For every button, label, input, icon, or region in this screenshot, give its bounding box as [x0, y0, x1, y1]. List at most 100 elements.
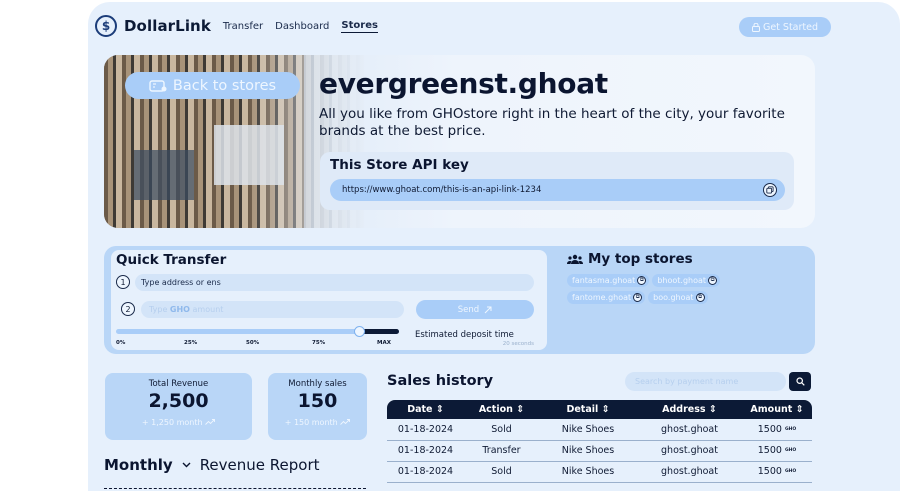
- search-button[interactable]: [789, 372, 811, 391]
- back-to-stores-label: Back to stores: [172, 77, 277, 94]
- revenue-report-title: Revenue Report: [199, 456, 320, 474]
- brand-name[interactable]: DollarLink: [124, 17, 211, 35]
- cell-detail: Nike Shoes: [539, 461, 637, 483]
- column-header-address[interactable]: Address ⇕: [637, 400, 742, 419]
- users-icon: [567, 254, 583, 264]
- sort-icon[interactable]: ⇕: [602, 404, 610, 415]
- gho-unit: GHO: [784, 448, 797, 453]
- report-divider: [104, 488, 366, 489]
- copy-icon[interactable]: ⧉: [637, 276, 647, 285]
- amount-input[interactable]: Type GHO amount: [141, 301, 404, 318]
- photo-detail: [214, 125, 284, 185]
- cell-address: ghost.ghoat: [637, 461, 742, 483]
- estimate-label: Estimated deposit time: [415, 330, 514, 340]
- store-chip-label: fantasma.ghoat: [572, 276, 636, 285]
- cell-action: Sold: [464, 461, 539, 483]
- column-header-action[interactable]: Action ⇕: [464, 400, 539, 419]
- store-chip[interactable]: bhoot.ghoat ⧉: [652, 274, 721, 287]
- trend-up-icon: [205, 419, 216, 425]
- dollar-circle-icon: $: [95, 15, 117, 37]
- app-frame: $ DollarLink Transfer Dashboard Stores G…: [0, 0, 900, 491]
- store-chip[interactable]: boo.ghoat ⧉: [648, 291, 708, 304]
- api-key-field[interactable]: https://www.ghoat.com/this-is-an-api-lin…: [330, 179, 785, 201]
- slider-thumb[interactable]: [354, 326, 365, 337]
- estimate-value: 20 seconds: [502, 341, 534, 347]
- store-chip[interactable]: fantasma.ghoat ⧉: [567, 274, 650, 287]
- nav-link-dashboard[interactable]: Dashboard: [275, 21, 329, 32]
- column-header-date[interactable]: Date ⇕: [387, 400, 464, 419]
- sort-icon[interactable]: ⇕: [709, 404, 717, 415]
- store-chip-label: bhoot.ghoat: [657, 276, 707, 285]
- monthly-sales-change: + 150 month: [268, 418, 367, 427]
- monthly-sales-label: Monthly sales: [288, 379, 347, 389]
- top-stores-title: My top stores: [567, 251, 693, 267]
- nav-link-stores[interactable]: Stores: [341, 20, 378, 33]
- get-started-label: Get Started: [762, 21, 819, 33]
- table-header-row: Date ⇕ Action ⇕ Detail ⇕ Address ⇕ Amoun…: [387, 400, 812, 419]
- column-header-amount[interactable]: Amount ⇕: [742, 400, 812, 419]
- trend-up-icon: [340, 419, 351, 425]
- nav-link-transfer[interactable]: Transfer: [223, 21, 263, 32]
- sort-icon[interactable]: ⇕: [796, 404, 804, 415]
- sales-search-input[interactable]: Search by payment name: [625, 372, 786, 391]
- copy-icon[interactable]: [763, 183, 777, 197]
- get-started-button[interactable]: Get Started: [739, 17, 831, 37]
- table-row[interactable]: 01-18-2024 Sold Nike Shoes ghost.ghoat 1…: [387, 419, 812, 441]
- quick-transfer-section: Quick Transfer 1 Type address or ens 2 T…: [104, 246, 815, 354]
- cell-action: Sold: [464, 419, 539, 441]
- store-chip[interactable]: fantome.ghoat ⧉: [567, 291, 646, 304]
- cell-address: ghost.ghoat: [637, 419, 742, 441]
- monthly-sales-card: Monthly sales 150 + 150 month: [268, 373, 367, 440]
- sort-icon[interactable]: ⇕: [436, 404, 444, 415]
- amount-placeholder-token: GHO: [169, 305, 190, 314]
- amount-value: 1500: [757, 466, 782, 477]
- cell-detail: Nike Shoes: [539, 419, 637, 441]
- total-revenue-card: Total Revenue 2,500 + 1,250 month: [105, 373, 252, 440]
- copy-icon[interactable]: ⧉: [708, 276, 718, 285]
- slider-tick-0: 0%: [116, 340, 126, 346]
- address-input[interactable]: Type address or ens: [135, 274, 534, 291]
- slider-fill: [359, 329, 399, 334]
- slider-tick-50: 50%: [246, 340, 260, 346]
- search-icon: [795, 377, 805, 386]
- top-stores-label: My top stores: [588, 251, 693, 267]
- revenue-report-header: Monthly Revenue Report: [104, 456, 320, 474]
- slider-tick-75: 75%: [312, 340, 326, 346]
- amount-placeholder-suffix: amount: [189, 305, 224, 314]
- column-label: Address: [662, 404, 706, 415]
- cell-amount: 1500 GHO: [742, 419, 812, 441]
- send-button[interactable]: Send: [416, 300, 534, 319]
- column-label: Amount: [750, 404, 793, 415]
- send-label: Send: [457, 304, 480, 315]
- quick-transfer-title: Quick Transfer: [116, 252, 227, 268]
- table-row[interactable]: 01-18-2024 Sold Nike Shoes ghost.ghoat 1…: [387, 461, 812, 483]
- total-revenue-change: + 1,250 month: [105, 418, 252, 427]
- gho-unit: GHO: [784, 426, 797, 432]
- total-revenue-value: 2,500: [148, 390, 209, 412]
- api-key-title: This Store API key: [330, 157, 469, 173]
- chevron-down-icon[interactable]: [182, 462, 191, 468]
- sales-history-table: Date ⇕ Action ⇕ Detail ⇕ Address ⇕ Amoun…: [387, 400, 812, 483]
- column-header-detail[interactable]: Detail ⇕: [539, 400, 637, 419]
- table-row[interactable]: 01-18-2024 Transfer Nike Shoes ghost.gho…: [387, 440, 812, 462]
- copy-icon[interactable]: ⧉: [695, 293, 705, 302]
- amount-value: 1500: [757, 423, 782, 435]
- amount-slider[interactable]: [116, 326, 399, 337]
- cell-date: 01-18-2024: [387, 419, 464, 441]
- cell-date: 01-18-2024: [387, 461, 464, 483]
- copy-icon[interactable]: ⧉: [633, 293, 643, 302]
- back-to-stores-button[interactable]: Back to stores: [125, 72, 300, 99]
- period-dropdown[interactable]: Monthly: [104, 456, 173, 474]
- column-label: Action: [478, 404, 513, 415]
- store-chip-label: boo.ghoat: [653, 293, 694, 302]
- store-name: evergreenst.ghoat: [319, 67, 608, 100]
- top-nav: $ DollarLink Transfer Dashboard Stores G…: [88, 10, 840, 42]
- api-key-value: https://www.ghoat.com/this-is-an-api-lin…: [342, 185, 542, 195]
- sort-icon[interactable]: ⇕: [516, 404, 524, 415]
- column-label: Date: [407, 404, 433, 415]
- top-stores-list: fantasma.ghoat ⧉ bhoot.ghoat ⧉ fantome.gho…: [567, 274, 787, 304]
- cell-amount: 1500 GHO: [742, 440, 812, 462]
- slider-tick-max: MAX: [377, 340, 391, 346]
- step-two-badge: 2: [121, 302, 135, 316]
- column-label: Detail: [566, 404, 599, 415]
